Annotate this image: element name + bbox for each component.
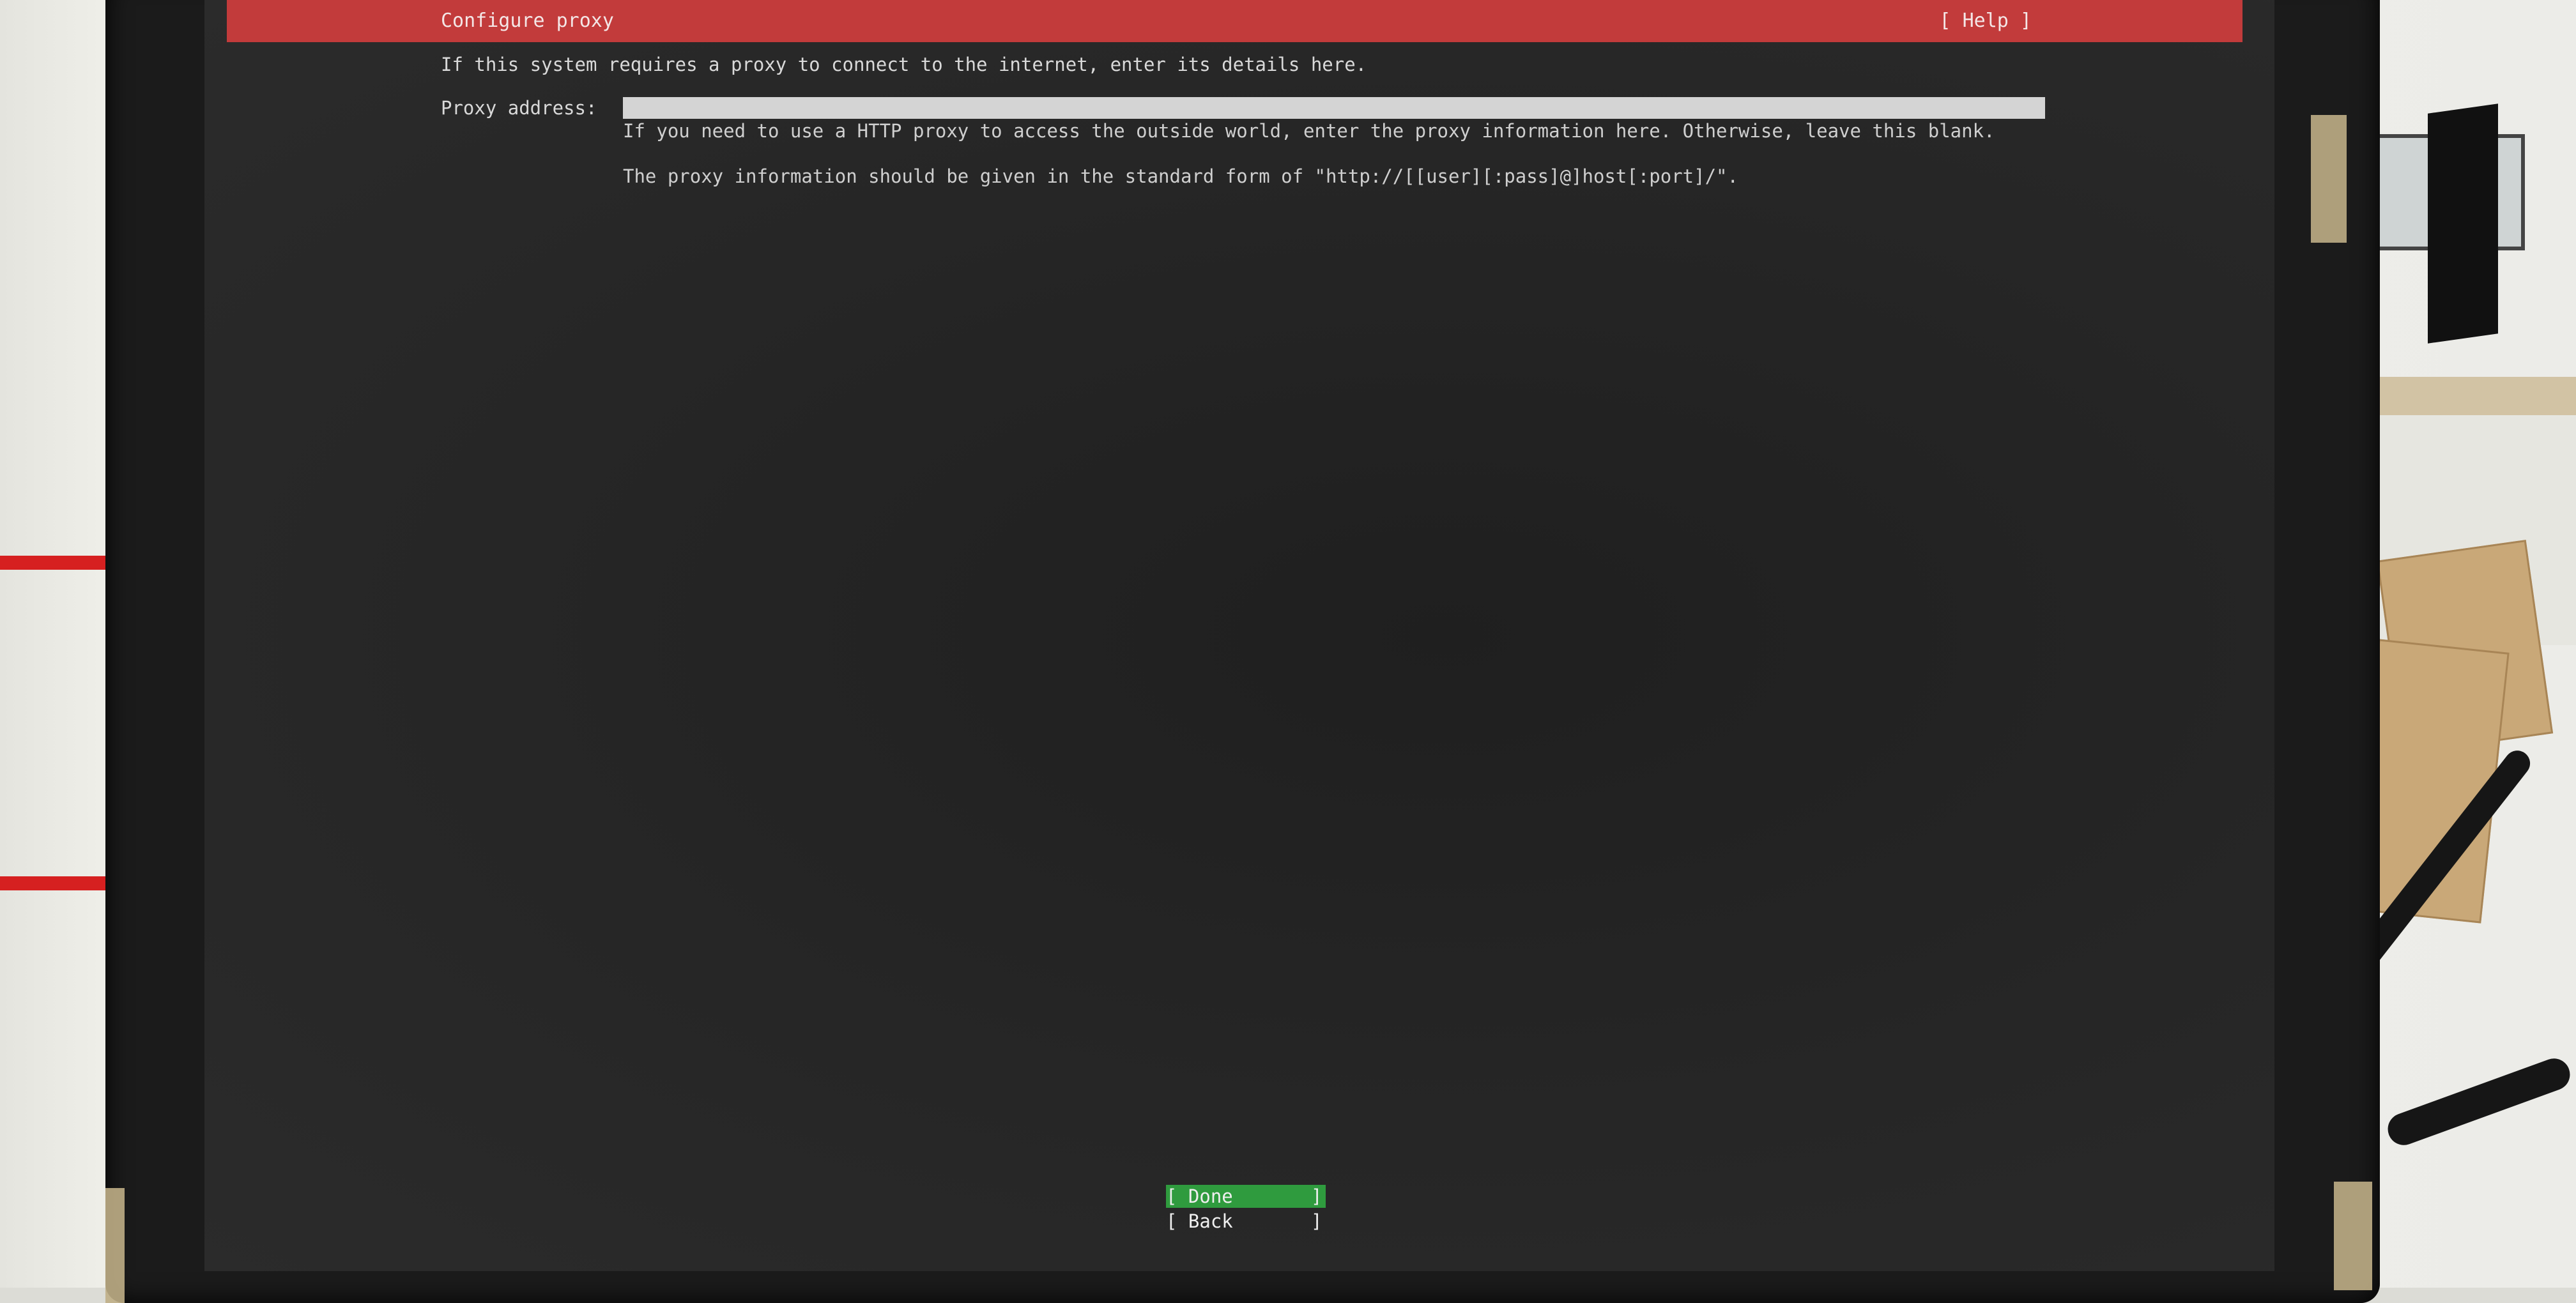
tape bbox=[2334, 1182, 2372, 1290]
tape bbox=[2311, 115, 2347, 243]
back-button[interactable]: [ Back ] bbox=[1166, 1210, 1326, 1233]
intro-text: If this system requires a proxy to conne… bbox=[441, 54, 1367, 75]
proxy-address-input[interactable] bbox=[623, 97, 2045, 119]
window-title: Configure proxy bbox=[441, 10, 614, 32]
background-monitor bbox=[2428, 103, 2498, 344]
proxy-format-text: The proxy information should be given in… bbox=[623, 165, 1738, 187]
title-bar: Configure proxy [ Help ] bbox=[227, 0, 2242, 42]
monitor-screen: Configure proxy [ Help ] If this system … bbox=[204, 0, 2274, 1271]
red-stand bbox=[0, 556, 123, 890]
help-button[interactable]: [ Help ] bbox=[1940, 0, 2032, 42]
tape bbox=[105, 1188, 125, 1303]
proxy-address-label: Proxy address: bbox=[441, 97, 597, 119]
proxy-hint-text: If you need to use a HTTP proxy to acces… bbox=[623, 120, 1995, 142]
done-button[interactable]: [ Done ] bbox=[1166, 1185, 1326, 1208]
